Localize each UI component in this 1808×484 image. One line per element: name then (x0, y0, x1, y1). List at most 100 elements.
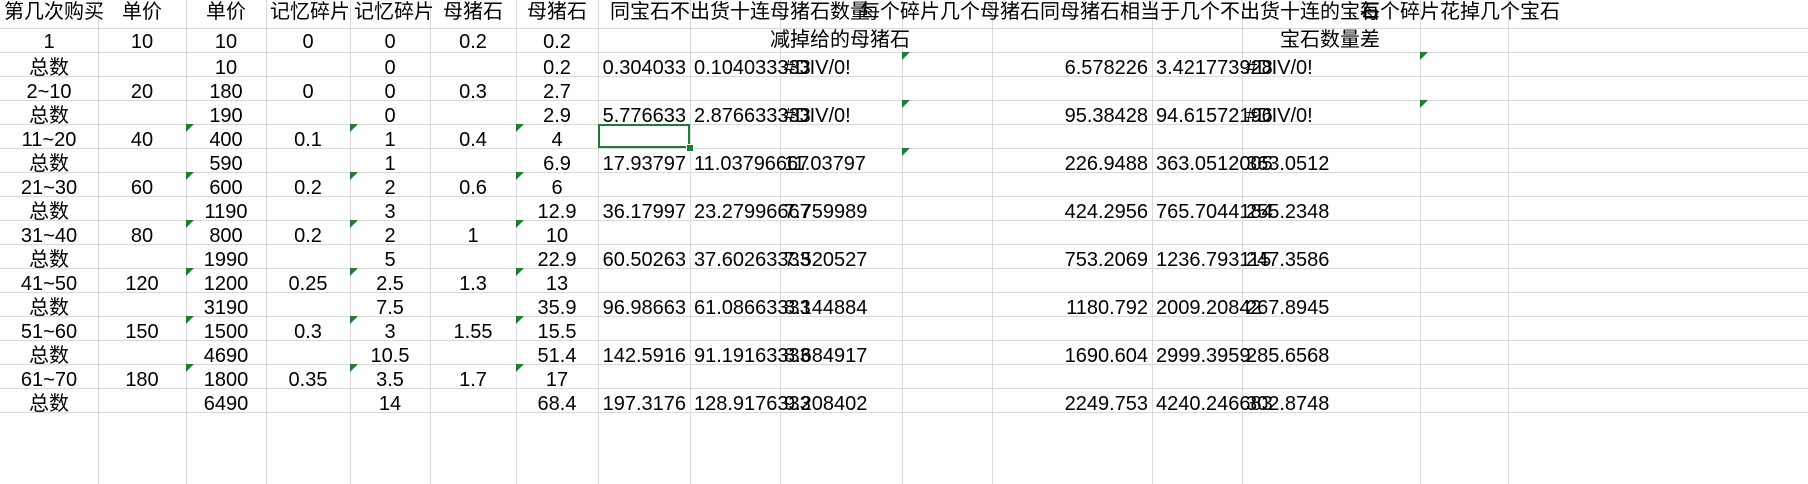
table-cell[interactable]: 9.208402 (780, 390, 902, 418)
selected-cell[interactable] (598, 124, 690, 148)
table-cell[interactable]: 226.9488 (992, 150, 1152, 178)
table-cell[interactable]: 17.93797 (598, 150, 690, 178)
table-cell[interactable]: 0.4 (430, 126, 516, 154)
table-cell[interactable]: 10 (186, 28, 266, 56)
table-cell[interactable]: 10 (98, 28, 186, 56)
table-cell[interactable]: 1236.793115 (1152, 246, 1271, 274)
table-cell[interactable]: 0.35 (266, 366, 350, 394)
table-cell[interactable]: 424.2956 (992, 198, 1152, 226)
table-cell[interactable]: 80 (98, 222, 186, 250)
comment-indicator-icon (902, 148, 910, 156)
header-cell[interactable]: 每个碎片花掉几个宝石 (1356, 0, 1568, 26)
table-cell[interactable]: 0 (266, 28, 350, 56)
header-cell[interactable]: 记忆碎片 (266, 0, 350, 26)
table-cell[interactable]: 765.7044184 (1152, 198, 1273, 226)
table-cell[interactable]: 23.27996667 (690, 198, 811, 226)
table-cell[interactable]: #DIV/0! (780, 54, 902, 82)
table-cell[interactable]: 68.4 (516, 390, 598, 418)
table-cell[interactable]: #DIV/0! (1242, 102, 1420, 130)
table-cell[interactable]: 0.2 (266, 174, 350, 202)
table-cell[interactable]: 1.55 (430, 318, 516, 346)
table-cell[interactable]: 1.7 (430, 366, 516, 394)
comment-indicator-icon (516, 124, 524, 132)
table-cell[interactable]: 2009.20842 (1152, 294, 1262, 322)
table-cell[interactable]: #DIV/0! (780, 102, 902, 130)
table-cell[interactable]: 3.421773928 (1152, 54, 1273, 82)
table-cell[interactable]: #DIV/0! (1242, 54, 1420, 82)
table-cell[interactable]: 36.17997 (598, 198, 690, 226)
header-cell[interactable]: 单价 (186, 0, 266, 26)
grid-line (0, 316, 1808, 317)
table-cell[interactable]: 0.6 (430, 174, 516, 202)
table-cell[interactable]: 11.03797 (780, 150, 902, 178)
table-cell[interactable]: 285.6568 (1242, 342, 1420, 370)
table-cell[interactable]: 120 (98, 270, 186, 298)
table-cell[interactable]: 8.144884 (780, 294, 902, 322)
table-cell[interactable]: 180 (98, 366, 186, 394)
table-cell[interactable]: 6490 (186, 390, 266, 418)
table-cell[interactable]: 128.9176333 (690, 390, 811, 418)
table-cell[interactable]: 6.578226 (992, 54, 1152, 82)
table-cell[interactable]: 0.2 (266, 222, 350, 250)
table-cell[interactable]: 14 (350, 390, 430, 418)
table-cell[interactable]: 197.3176 (598, 390, 690, 418)
table-cell[interactable]: 255.2348 (1242, 198, 1420, 226)
table-cell[interactable]: 91.19163333 (690, 342, 811, 370)
table-cell[interactable]: 7.520527 (780, 246, 902, 274)
table-cell[interactable]: 37.60263333 (690, 246, 811, 274)
fill-handle[interactable] (686, 144, 694, 152)
table-cell[interactable]: 0 (350, 28, 430, 56)
header-cell[interactable]: 母猪石 (516, 0, 598, 26)
table-cell[interactable]: 60 (98, 174, 186, 202)
table-cell[interactable]: 0 (266, 78, 350, 106)
table-cell[interactable]: 96.98663 (598, 294, 690, 322)
comment-indicator-icon (516, 220, 524, 228)
table-cell[interactable]: 0.304033 (598, 54, 690, 82)
table-cell[interactable]: 150 (98, 318, 186, 346)
table-cell[interactable]: 94.61572196 (1152, 102, 1273, 130)
table-cell[interactable]: 302.8748 (1242, 390, 1420, 418)
table-cell[interactable]: 0.25 (266, 270, 350, 298)
table-cell[interactable]: 0.3 (430, 78, 516, 106)
header-cell[interactable]: 记忆碎片 (350, 0, 434, 26)
table-cell[interactable]: 142.5916 (598, 342, 690, 370)
table-cell[interactable]: 1690.604 (992, 342, 1152, 370)
spreadsheet-grid[interactable]: 第几次购买 单价 单价 记忆碎片 记忆碎片 母猪石 母猪石 同宝石不出货十连母猪石数量 每个碎片… (0, 0, 1808, 484)
table-cell[interactable]: 61.08663333 (690, 294, 811, 322)
table-cell[interactable]: 60.50263 (598, 246, 690, 274)
table-cell[interactable]: 1 (0, 28, 98, 56)
table-cell[interactable]: 1.3 (430, 270, 516, 298)
grid-line (0, 124, 1808, 125)
table-cell[interactable]: 4240.246683 (1152, 390, 1273, 418)
table-cell[interactable]: 2249.753 (992, 390, 1152, 418)
table-cell[interactable]: 2.876633333 (690, 102, 811, 130)
table-cell[interactable]: 20 (98, 78, 186, 106)
header-cell[interactable]: 母猪石 (430, 0, 516, 26)
table-cell[interactable]: 1180.792 (992, 294, 1152, 322)
table-cell[interactable]: 267.8945 (1242, 294, 1420, 322)
table-cell[interactable]: 247.3586 (1242, 246, 1420, 274)
table-cell[interactable]: 0.2 (430, 28, 516, 56)
header-cell[interactable]: 同宝石不出货十连母猪石数量 (606, 0, 870, 26)
header-cell[interactable]: 每个碎片几个母猪石 (856, 0, 1040, 26)
table-cell[interactable]: 总数 (0, 390, 98, 418)
table-cell[interactable]: 753.2069 (992, 246, 1152, 274)
table-cell[interactable]: 0.104033333 (690, 54, 811, 82)
table-cell[interactable]: 2999.3959 (1152, 342, 1251, 370)
table-cell[interactable]: 11.03796667 (690, 150, 809, 178)
table-cell[interactable]: 0.2 (516, 28, 598, 56)
table-cell[interactable]: 363.0512 (1242, 150, 1420, 178)
table-cell[interactable]: 363.0512005 (1152, 150, 1273, 178)
header-cell[interactable]: 单价 (98, 0, 186, 26)
subheader-cell[interactable]: 减掉给的母猪石 (690, 26, 990, 54)
table-cell[interactable]: 8.684917 (780, 342, 902, 370)
table-cell[interactable]: 0.3 (266, 318, 350, 346)
table-cell[interactable]: 95.38428 (992, 102, 1152, 130)
table-cell[interactable]: 1 (430, 222, 516, 250)
table-cell[interactable]: 0.1 (266, 126, 350, 154)
subheader-cell[interactable]: 宝石数量差 (1152, 26, 1508, 54)
header-cell[interactable]: 第几次购买 (0, 0, 104, 26)
header-cell[interactable]: 同母猪石相当于几个不出货十连的宝石 (1036, 0, 1380, 26)
table-cell[interactable]: 7.759989 (780, 198, 902, 226)
table-cell[interactable]: 40 (98, 126, 186, 154)
